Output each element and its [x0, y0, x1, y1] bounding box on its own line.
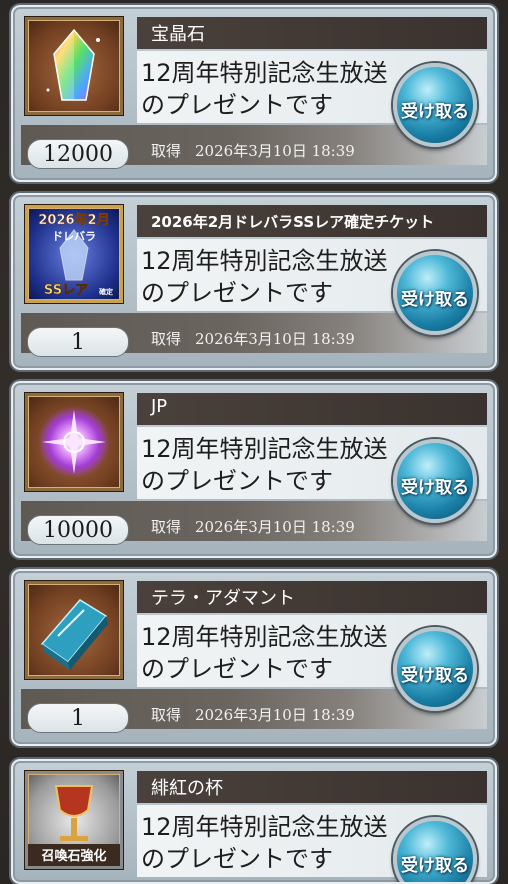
item-quantity: 12000	[27, 139, 129, 169]
item-title-bar: JP	[137, 393, 487, 425]
present-item: テラ・アダマント 12周年特別記念生放送のプレゼントです 1 取得 2026年3月…	[11, 569, 497, 746]
receive-button-label: 受け取る	[401, 666, 469, 686]
item-name: JP	[151, 396, 168, 417]
present-item: 宝晶石 12周年特別記念生放送のプレゼントです 12000 取得 2026年3月1…	[11, 5, 497, 182]
receive-button-label: 受け取る	[401, 478, 469, 498]
chalice-caption: 召喚石強化	[41, 848, 106, 864]
acquired-label: 取得	[151, 706, 182, 724]
item-quantity: 1	[27, 703, 129, 733]
item-name: テラ・アダマント	[151, 588, 295, 609]
item-title-bar: 緋紅の杯	[137, 771, 487, 803]
item-message: 12周年特別記念生放送のプレゼントです	[141, 623, 388, 683]
item-quantity: 1	[27, 327, 129, 357]
acquired-datetime: 2026年3月10日 18:39	[195, 142, 355, 160]
ticket-icon: 2026年2月 ドレバラ SSレア 確定	[38, 212, 113, 299]
ticket-text-event: ドレバラ	[52, 230, 96, 243]
ingot-icon	[40, 599, 108, 670]
present-item: 2026年2月 ドレバラ SSレア 確定 2026年2月ドレバラSSレア確定チケ…	[11, 193, 497, 370]
receive-button-label: 受け取る	[401, 102, 469, 122]
acquired-datetime: 2026年3月10日 18:39	[195, 706, 355, 724]
item-name: 緋紅の杯	[151, 778, 223, 799]
item-image	[25, 17, 123, 115]
acquired-info: 取得 2026年3月10日 18:39	[151, 328, 355, 349]
item-message: 12周年特別記念生放送のプレゼントです	[141, 435, 388, 495]
acquired-label: 取得	[151, 330, 182, 348]
receive-button[interactable]: 受け取る	[393, 251, 477, 335]
item-title-bar: 2026年2月ドレバラSSレア確定チケット	[137, 205, 487, 237]
present-item: 召喚石強化 緋紅の杯 12周年特別記念生放送のプレゼントです 受け取る	[11, 759, 497, 884]
item-title-bar: 宝晶石	[137, 17, 487, 49]
acquired-label: 取得	[151, 142, 182, 160]
present-item: JP 12周年特別記念生放送のプレゼントです 10000 取得 2026年3月10…	[11, 381, 497, 558]
item-quantity: 10000	[27, 515, 129, 545]
acquired-label: 取得	[151, 518, 182, 536]
ticket-text-year: 2026年2月	[38, 212, 109, 228]
receive-button[interactable]: 受け取る	[393, 627, 477, 711]
item-message: 12周年特別記念生放送のプレゼントです	[141, 813, 388, 873]
acquired-datetime: 2026年3月10日 18:39	[195, 330, 355, 348]
chalice-icon: 召喚石強化	[28, 785, 120, 866]
receive-button[interactable]: 受け取る	[393, 439, 477, 523]
item-title-bar: テラ・アダマント	[137, 581, 487, 613]
receive-button-label: 受け取る	[401, 290, 469, 310]
acquired-info: 取得 2026年3月10日 18:39	[151, 140, 355, 161]
item-image	[25, 581, 123, 679]
item-name: 宝晶石	[151, 24, 205, 45]
ticket-text-confirm: 確定	[99, 287, 113, 296]
item-message: 12周年特別記念生放送のプレゼントです	[141, 59, 388, 119]
jp-orb-icon	[38, 406, 110, 478]
acquired-datetime: 2026年3月10日 18:39	[195, 518, 355, 536]
item-image: 2026年2月 ドレバラ SSレア 確定	[25, 205, 123, 303]
receive-button-label: 受け取る	[401, 856, 469, 876]
receive-button[interactable]: 受け取る	[393, 63, 477, 147]
ticket-text-rarity: SSレア	[44, 283, 88, 298]
acquired-info: 取得 2026年3月10日 18:39	[151, 516, 355, 537]
item-image	[25, 393, 123, 491]
item-message: 12周年特別記念生放送のプレゼントです	[141, 247, 388, 307]
item-name: 2026年2月ドレバラSSレア確定チケット	[151, 213, 435, 231]
crystal-icon	[46, 28, 100, 101]
acquired-info: 取得 2026年3月10日 18:39	[151, 704, 355, 725]
item-image: 召喚石強化	[25, 771, 123, 869]
